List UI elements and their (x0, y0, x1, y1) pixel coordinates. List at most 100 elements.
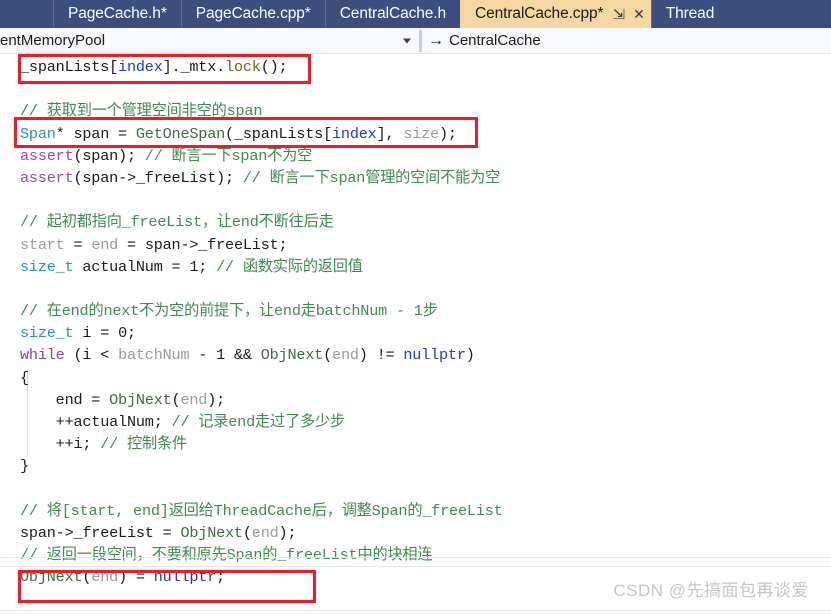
code-token: (span); (73, 146, 145, 165)
code-token: ObjNext (260, 346, 324, 365)
code-line[interactable]: end = ObjNext(end); (0, 389, 831, 411)
editor-tab[interactable]: PageCache.h* (53, 0, 181, 28)
code-token: ) = (118, 568, 154, 587)
editor-tab[interactable]: PageCache.cpp* (180, 0, 325, 28)
code-line[interactable]: span->_freeList = ObjNext(end); (0, 522, 831, 544)
code-line[interactable]: Span* span = GetOneSpan(_spanLists[index… (0, 123, 831, 145)
code-token: size (403, 124, 439, 143)
code-token: index (332, 124, 377, 143)
scope-dropdown[interactable]: entMemoryPool (0, 28, 419, 53)
code-token: = (64, 235, 92, 254)
editor-tab-label: CentralCache.h (339, 5, 447, 22)
code-line[interactable]: size_t i = 0; (0, 322, 831, 344)
code-line[interactable]: ++actualNum; // 记录end走过了多少步 (0, 411, 831, 433)
code-token: // 在end的next不为空的前提下，让end走batchNum - 1步 (20, 302, 438, 321)
code-token: // 断言一下span管理的空间不能为空 (242, 168, 501, 187)
pin-icon[interactable]: ⇲ (613, 7, 625, 21)
code-line[interactable]: { (0, 367, 831, 389)
code-token: end = (20, 390, 110, 409)
code-line[interactable]: start = end = span->_freeList; (0, 234, 831, 256)
code-token: // 记录end走过了多少步 (171, 413, 346, 431)
code-token: (i < (64, 346, 119, 365)
code-editor[interactable]: _spanLists[index]._mtx.lock(); // 获取到一个管… (0, 54, 831, 615)
code-line[interactable]: size_t actualNum = 1; // 函数实际的返回值 (0, 256, 831, 278)
editor-tab[interactable]: CentralCache.cpp* ⇲ ✕ (460, 0, 651, 28)
code-token: ( (82, 568, 92, 587)
code-token: ); (278, 523, 297, 542)
code-line[interactable]: assert(span->_freeList); // 断言一下span管理的空… (0, 167, 831, 189)
code-token: ( (225, 124, 234, 143)
code-line[interactable] (0, 278, 831, 300)
arrow-right-icon: → (428, 31, 444, 49)
collapsed-region-separator (0, 566, 831, 567)
code-token: end (91, 235, 119, 254)
code-line[interactable]: while (i < batchNum - 1 && ObjNext(end) … (0, 344, 831, 366)
code-line[interactable]: _spanLists[index]._mtx.unlock(); (0, 611, 831, 615)
code-token: end (251, 523, 279, 542)
code-token: ], (376, 124, 404, 143)
code-line[interactable]: ++i; // 控制条件 (0, 433, 831, 455)
code-token: while (20, 346, 65, 365)
code-line[interactable]: // 返回一段空间，不要和原先Span的_freeList中的块相连 (0, 544, 831, 566)
code-token: 1 (189, 257, 199, 276)
code-token: _mtx (180, 58, 217, 76)
member-dropdown[interactable]: → CentralCache (428, 32, 541, 49)
editor-tab[interactable]: CentralCache.h (324, 0, 460, 28)
code-line[interactable]: } (0, 455, 831, 477)
code-token: && (225, 346, 261, 365)
code-token: = span->_freeList; (118, 235, 288, 254)
editor-tab-bar: PageCache.h* PageCache.cpp* CentralCache.h… (0, 0, 831, 28)
code-token: nullptr (153, 568, 217, 587)
code-token: ); (207, 390, 226, 409)
editor-tab-label: PageCache.h* (68, 5, 167, 22)
code-line[interactable] (0, 78, 831, 100)
code-token: // 函数实际的返回值 (216, 257, 363, 276)
code-token: [ (323, 124, 333, 143)
editor-tab-label: Thread (665, 5, 715, 22)
editor-tab-label: CentralCache.cpp* (475, 5, 604, 22)
code-token: // 获取到一个管理空间非空的span (20, 102, 263, 121)
tab-list: PageCache.h* PageCache.cpp* CentralCache.h… (53, 0, 728, 28)
code-token: batchNum (118, 346, 190, 365)
code-token: GetOneSpan (135, 124, 226, 143)
code-line[interactable]: _spanLists[index]._mtx.lock(); (0, 56, 831, 78)
tab-bar-left-gap (0, 0, 53, 28)
code-token: actualNum = (73, 257, 190, 276)
code-token: } (20, 457, 29, 476)
editor-tab[interactable]: Thread (650, 0, 729, 28)
code-line[interactable]: // 在end的next不为空的前提下，让end走batchNum - 1步 (0, 300, 831, 322)
code-token: 1 (216, 346, 226, 365)
editor-tab-label: PageCache.cpp* (195, 5, 311, 22)
code-token: lock (225, 58, 261, 76)
code-line[interactable]: // 获取到一个管理空间非空的span (0, 100, 831, 122)
code-token: 0 (118, 324, 127, 343)
code-token: . (216, 58, 226, 76)
code-token: ; (216, 568, 226, 587)
code-token: assert (20, 168, 74, 187)
code-line[interactable]: assert(span); // 断言一下span不为空 (0, 145, 831, 167)
navbar-divider (419, 29, 422, 52)
code-token: ( (323, 346, 333, 365)
code-token: nullptr (403, 346, 466, 365)
code-line[interactable]: // 起初都指向_freeList，让end不断往后走 (0, 211, 831, 233)
chevron-down-icon[interactable] (403, 38, 411, 43)
code-token: // 断言一下span不为空 (144, 146, 313, 165)
code-line[interactable]: // 将[start, end]返回给ThreadCache后，调整Span的_… (0, 500, 831, 522)
close-icon[interactable]: ✕ (633, 7, 645, 21)
code-token: ObjNext (109, 390, 172, 409)
code-token: ObjNext (20, 568, 83, 587)
code-token: ) (465, 346, 475, 365)
code-token: // 将[start, end]返回给ThreadCache后，调整Span的_… (20, 501, 503, 520)
code-token: - (189, 346, 217, 365)
code-token: size_t (20, 257, 74, 276)
code-token: ; (126, 324, 136, 343)
code-token: _spanLists (233, 124, 324, 143)
code-token: i = (73, 324, 119, 343)
code-token: { (20, 368, 29, 387)
code-token: * span = (55, 124, 136, 143)
code-lines[interactable]: _spanLists[index]._mtx.lock(); // 获取到一个管… (0, 54, 831, 615)
member-dropdown-label: CentralCache (449, 32, 541, 49)
code-line[interactable] (0, 189, 831, 211)
code-line[interactable] (0, 478, 831, 500)
code-token: Span (20, 124, 56, 143)
